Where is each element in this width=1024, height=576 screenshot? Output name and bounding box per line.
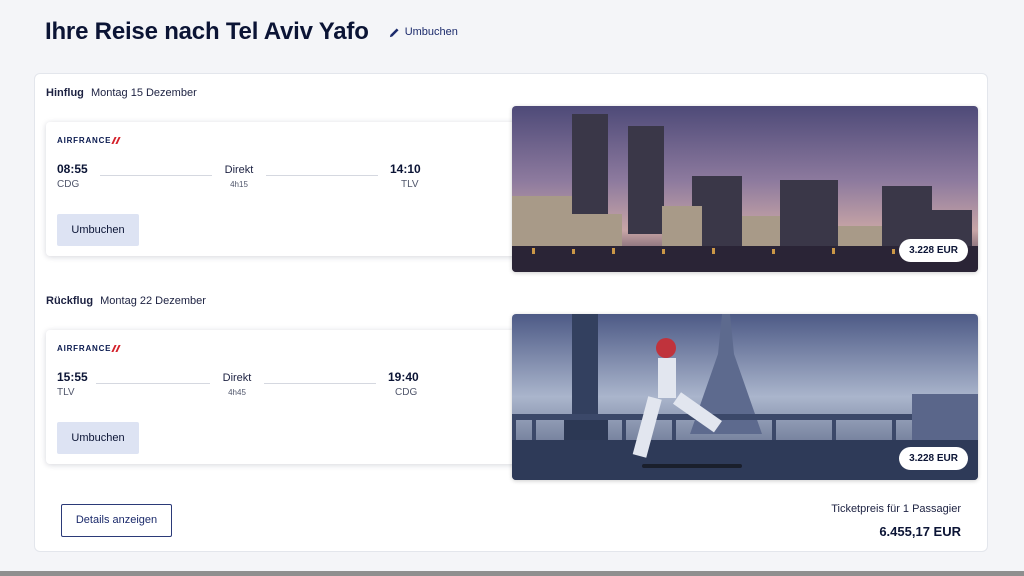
airline-name: AIRFRANCE — [57, 344, 112, 353]
arrival-code: CDG — [395, 387, 418, 398]
stops-label: Direkt — [224, 164, 254, 176]
return-flight-card: AIRFRANCE 15:55 TLV Direkt 4h45 19:40 CD… — [46, 330, 536, 464]
return-date: Montag 22 Dezember — [100, 295, 206, 307]
airline-name: AIRFRANCE — [57, 136, 112, 145]
outbound-flight-card: AIRFRANCE 08:55 CDG Direkt 4h15 14:10 TL… — [46, 122, 536, 256]
departure-code: CDG — [57, 179, 80, 190]
departure-time: 08:55 — [57, 162, 88, 176]
window-bottom-bar — [0, 571, 1024, 576]
departure-time: 15:55 — [57, 370, 88, 384]
ticket-price-label: Ticketpreis für 1 Passagier — [831, 503, 961, 515]
return-header: Rückflug Montag 22 Dezember — [46, 295, 206, 307]
outbound-date: Montag 15 Dezember — [90, 87, 197, 99]
flight-duration: 4h15 — [230, 180, 248, 189]
trip-card: Hinflug Montag 15 Dezember AIRFRANCE 08:… — [34, 73, 988, 552]
outbound-rebook-button[interactable]: Umbuchen — [57, 214, 139, 246]
arrival-time: 14:10 — [390, 162, 421, 176]
show-details-button[interactable]: Details anzeigen — [61, 504, 172, 537]
arrival-time: 19:40 — [388, 370, 419, 384]
airline-logo: AIRFRANCE — [57, 136, 121, 145]
departure-code: TLV — [57, 387, 75, 398]
tel-aviv-skyline-image: 3.228 EUR — [512, 106, 978, 272]
route-line — [266, 175, 378, 176]
pencil-icon — [389, 27, 399, 37]
route-line — [96, 383, 210, 384]
stops-label: Direkt — [222, 372, 252, 384]
route-line — [100, 175, 212, 176]
header-rebook-label: Umbuchen — [404, 26, 458, 38]
return-label: Rückflug — [46, 295, 94, 307]
flight-duration: 4h45 — [228, 388, 246, 397]
outbound-label: Hinflug — [46, 87, 84, 99]
header-rebook-link[interactable]: Umbuchen — [389, 26, 458, 38]
paris-eiffel-image: 3.228 EUR — [512, 314, 978, 480]
outbound-header: Hinflug Montag 15 Dezember — [46, 87, 197, 99]
return-rebook-button[interactable]: Umbuchen — [57, 422, 139, 454]
route-line — [264, 383, 376, 384]
page-title: Ihre Reise nach Tel Aviv Yafo — [45, 18, 369, 45]
return-price-badge: 3.228 EUR — [899, 447, 968, 470]
arrival-code: TLV — [401, 179, 419, 190]
page-header: Ihre Reise nach Tel Aviv Yafo Umbuchen — [45, 18, 458, 46]
airline-logo: AIRFRANCE — [57, 344, 121, 353]
ticket-total-price: 6.455,17 EUR — [879, 524, 961, 539]
outbound-price-badge: 3.228 EUR — [899, 239, 968, 262]
